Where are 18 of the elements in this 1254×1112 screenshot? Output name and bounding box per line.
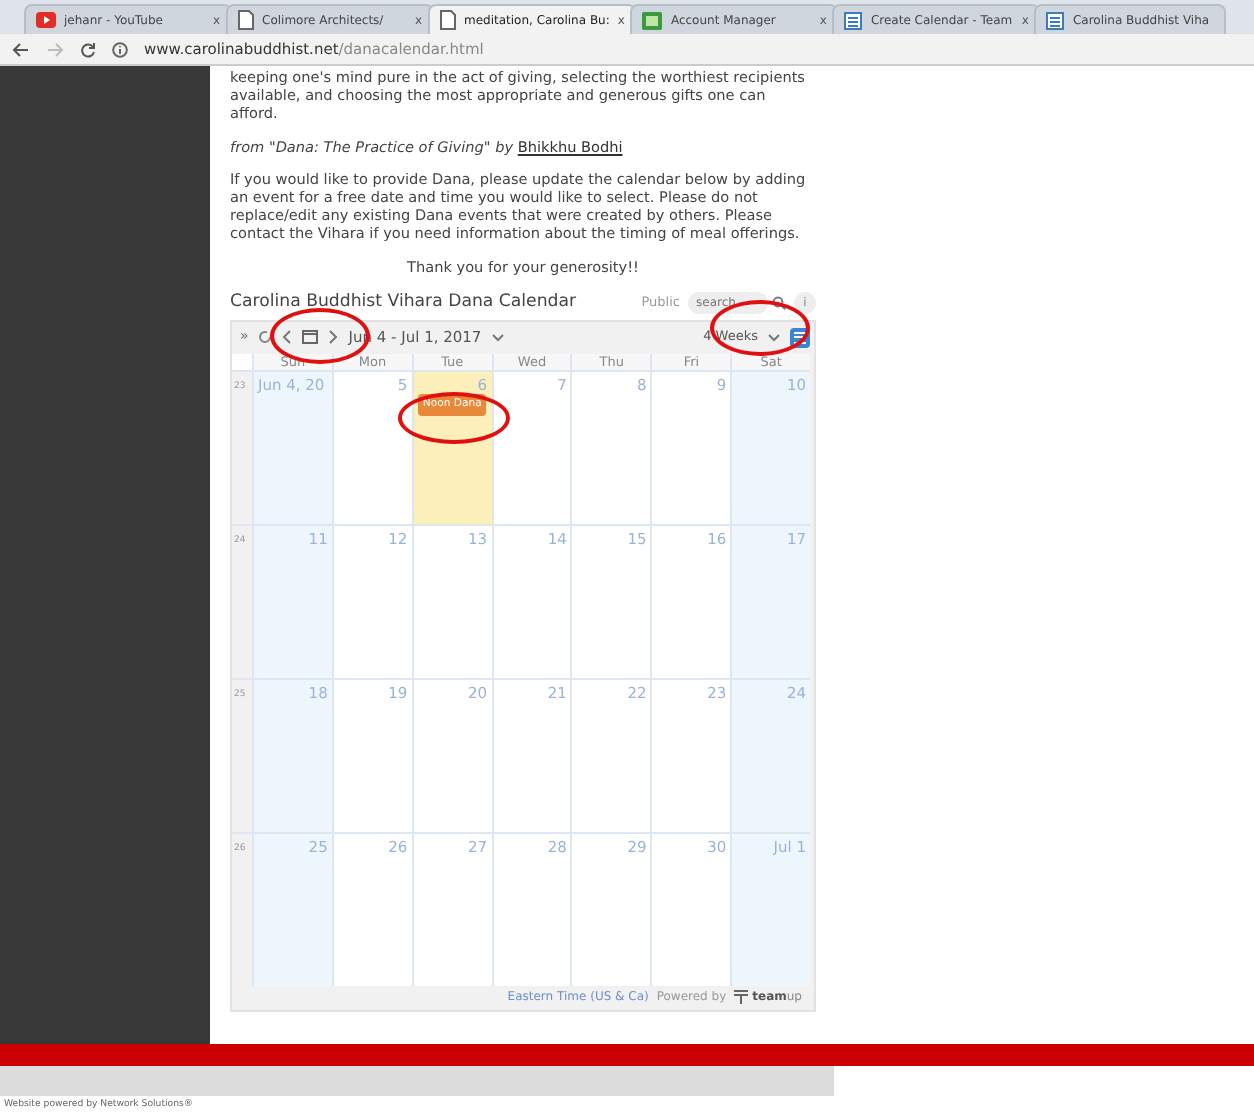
calendar-icon [1046, 11, 1065, 29]
reload-icon[interactable] [80, 41, 96, 57]
info-icon[interactable] [112, 41, 128, 57]
calendar-icon [844, 11, 863, 29]
page-icon [238, 10, 254, 30]
calendar-icon[interactable] [302, 330, 319, 345]
previous-icon[interactable] [282, 330, 293, 345]
search-icon[interactable] [772, 296, 786, 311]
chevron-icon[interactable] [768, 333, 780, 342]
chevron-icon[interactable] [491, 333, 504, 342]
next-icon[interactable] [328, 330, 339, 345]
logo-icon [734, 990, 749, 1005]
refresh-icon[interactable] [258, 330, 273, 345]
calendar-title: Carolina Buddhist Vihara Dana Calendar [230, 294, 579, 313]
window-icon [642, 11, 663, 29]
back-icon[interactable] [12, 41, 30, 57]
page-icon [440, 10, 456, 30]
video-icon [36, 12, 56, 28]
